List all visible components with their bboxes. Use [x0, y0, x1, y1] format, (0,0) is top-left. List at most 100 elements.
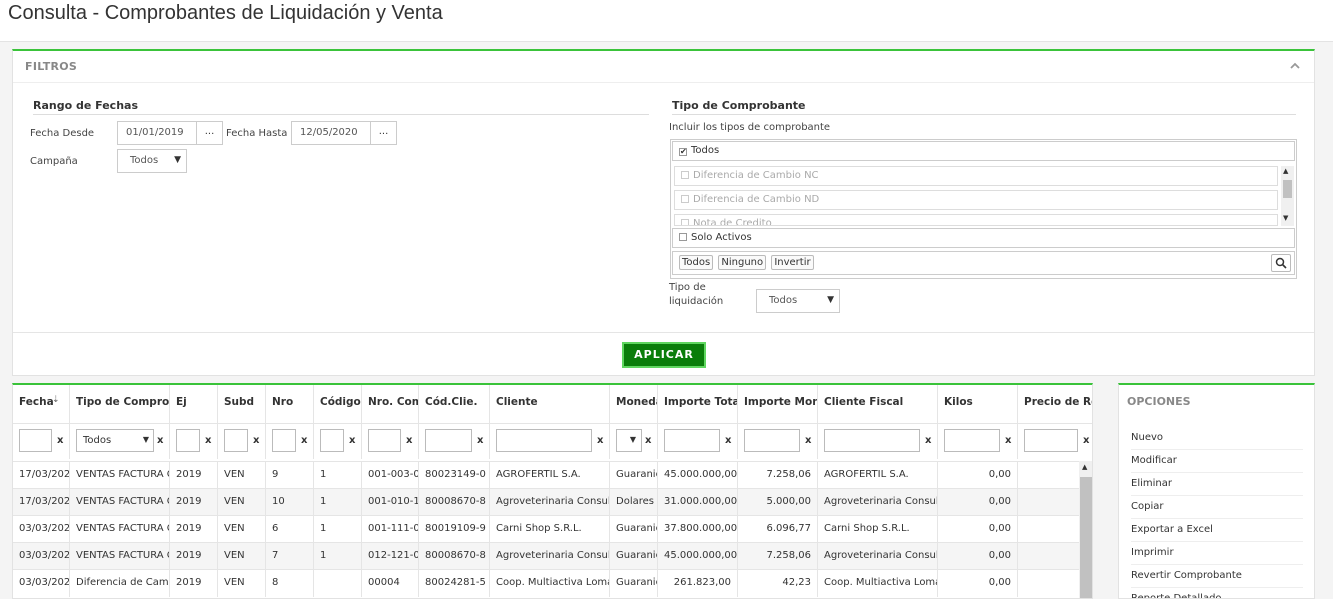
filter-cell: x	[170, 423, 218, 459]
column-header[interactable]: Importe Total	[658, 385, 738, 423]
apply-button[interactable]: APLICAR	[622, 342, 706, 368]
column-filter-input[interactable]	[176, 429, 200, 452]
clear-filter-icon[interactable]: x	[349, 435, 355, 446]
column-header[interactable]: Precio de Refe	[1018, 385, 1092, 423]
column-header[interactable]: Importe Mone	[738, 385, 818, 423]
column-filter-input[interactable]	[19, 429, 52, 452]
tipo-item-option[interactable]: Diferencia de Cambio ND	[674, 190, 1278, 210]
table-cell: 7.258,06	[738, 462, 818, 489]
option-item[interactable]: Copiar	[1131, 496, 1303, 519]
table-cell: 6.096,77	[738, 516, 818, 543]
clear-filter-icon[interactable]: x	[645, 435, 651, 446]
clear-filter-icon[interactable]: x	[925, 435, 931, 446]
column-header[interactable]: Código	[314, 385, 362, 423]
checkbox-icon	[681, 219, 689, 225]
option-item[interactable]: Exportar a Excel	[1131, 519, 1303, 542]
scroll-thumb[interactable]	[1080, 477, 1092, 598]
chevron-up-icon[interactable]	[1290, 61, 1300, 71]
column-filter-input[interactable]	[944, 429, 1000, 452]
table-cell: 2019	[170, 570, 218, 597]
clear-filter-icon[interactable]: x	[301, 435, 307, 446]
tipo-filter-select[interactable]: Todos ▼	[76, 429, 154, 452]
column-filter-input[interactable]	[496, 429, 592, 452]
clear-filter-icon[interactable]: x	[597, 435, 603, 446]
column-header[interactable]: Moneda	[610, 385, 658, 423]
column-header[interactable]: Nro	[266, 385, 314, 423]
table-row[interactable]: 17/03/202 VENTAS FACTURA C 2019 VEN 10 1 001-0…	[13, 488, 1079, 516]
clear-filter-icon[interactable]: x	[157, 435, 163, 446]
solo-activos-option[interactable]: Solo Activos	[672, 228, 1295, 248]
column-filter-input[interactable]	[320, 429, 344, 452]
scroll-down-icon[interactable]: ▼	[1283, 214, 1288, 222]
clear-filter-icon[interactable]: x	[205, 435, 211, 446]
tipo-liquidacion-select[interactable]: Todos ▼	[756, 289, 840, 313]
column-filter-input[interactable]	[824, 429, 920, 452]
table-cell: Coop. Multiactiva Loma	[818, 570, 938, 597]
moneda-filter-select[interactable]: ▼	[616, 429, 642, 452]
clear-filter-icon[interactable]: x	[253, 435, 259, 446]
select-none-button[interactable]: Ninguno	[718, 255, 767, 270]
column-filter-input[interactable]	[272, 429, 296, 452]
grid-scrollbar[interactable]: ▲	[1079, 461, 1092, 598]
caret-down-icon: ▼	[174, 155, 181, 165]
clear-filter-icon[interactable]: x	[725, 435, 731, 446]
invert-selection-button[interactable]: Invertir	[771, 255, 814, 270]
tipo-list-scrollbar[interactable]: ▲ ▼	[1281, 166, 1294, 226]
option-item[interactable]: Modificar	[1131, 450, 1303, 473]
option-item[interactable]: Revertir Comprobante	[1131, 565, 1303, 588]
table-cell	[314, 570, 362, 597]
column-filter-input[interactable]	[744, 429, 800, 452]
search-button[interactable]	[1271, 254, 1291, 272]
fecha-desde-picker-button[interactable]: ...	[196, 121, 223, 145]
fecha-desde-input[interactable]: 01/01/2019	[117, 121, 197, 145]
clear-filter-icon[interactable]: x	[805, 435, 811, 446]
column-filter-input[interactable]	[368, 429, 401, 452]
column-filter-input[interactable]	[664, 429, 720, 452]
tipo-item-option[interactable]: Diferencia de Cambio NC	[674, 166, 1278, 186]
table-row[interactable]: 03/03/202 VENTAS FACTURA C 2019 VEN 6 1 001-11…	[13, 515, 1079, 543]
table-cell: 10	[266, 489, 314, 516]
column-header[interactable]: Ej	[170, 385, 218, 423]
column-header[interactable]: Fecha	[13, 385, 70, 423]
column-header[interactable]: Cód.Clie.	[419, 385, 490, 423]
scroll-thumb[interactable]	[1283, 180, 1292, 198]
clear-filter-icon[interactable]: x	[1083, 435, 1089, 446]
campana-select[interactable]: Todos ▼	[117, 149, 187, 173]
caret-down-icon: ▼	[827, 295, 834, 305]
option-item[interactable]: Reporte Detallado	[1131, 588, 1303, 598]
table-row[interactable]: 03/03/202 VENTAS FACTURA C 2019 VEN 7 1 012-12…	[13, 542, 1079, 570]
table-row[interactable]: 17/03/202 VENTAS FACTURA C 2019 VEN 9 1 001-00…	[13, 461, 1079, 489]
tipo-liquidacion-value: Todos	[769, 295, 798, 306]
tipo-todos-option[interactable]: ✔ Todos	[672, 141, 1295, 161]
scroll-up-icon[interactable]: ▲	[1283, 167, 1288, 175]
table-cell: Guaranie	[610, 516, 658, 543]
table-cell: 45.000.000,00	[658, 462, 738, 489]
column-filter-input[interactable]	[425, 429, 472, 452]
column-header[interactable]: Tipo de Comproba	[70, 385, 170, 423]
column-filter-input[interactable]	[1024, 429, 1078, 452]
filter-cell: x	[658, 423, 738, 459]
option-item[interactable]: Imprimir	[1131, 542, 1303, 565]
fecha-hasta-picker-button[interactable]: ...	[370, 121, 397, 145]
column-header[interactable]: Subd	[218, 385, 266, 423]
option-item[interactable]: Eliminar	[1131, 473, 1303, 496]
column-filter-input[interactable]	[224, 429, 248, 452]
column-header[interactable]: Cliente Fiscal	[818, 385, 938, 423]
column-header[interactable]: Nro. Comp	[362, 385, 419, 423]
filters-header[interactable]: FILTROS	[13, 51, 1314, 83]
scroll-up-icon[interactable]: ▲	[1082, 463, 1087, 471]
column-header[interactable]: Cliente	[490, 385, 610, 423]
clear-filter-icon[interactable]: x	[57, 435, 63, 446]
sort-icon[interactable]: ⇣	[52, 395, 60, 405]
clear-filter-icon[interactable]: x	[1005, 435, 1011, 446]
tipo-item-option[interactable]: Nota de Credito	[674, 214, 1278, 226]
select-all-button[interactable]: Todos	[679, 255, 714, 270]
option-item[interactable]: Nuevo	[1131, 427, 1303, 450]
table-row[interactable]: 03/03/202 Diferencia de Camb 2019 VEN 8 00004…	[13, 569, 1079, 597]
fecha-hasta-input[interactable]: 12/05/2020	[291, 121, 371, 145]
tipo-item-label: Diferencia de Cambio ND	[693, 194, 820, 205]
table-cell: VENTAS FACTURA C	[70, 489, 170, 516]
clear-filter-icon[interactable]: x	[406, 435, 412, 446]
clear-filter-icon[interactable]: x	[477, 435, 483, 446]
column-header[interactable]: Kilos	[938, 385, 1018, 423]
